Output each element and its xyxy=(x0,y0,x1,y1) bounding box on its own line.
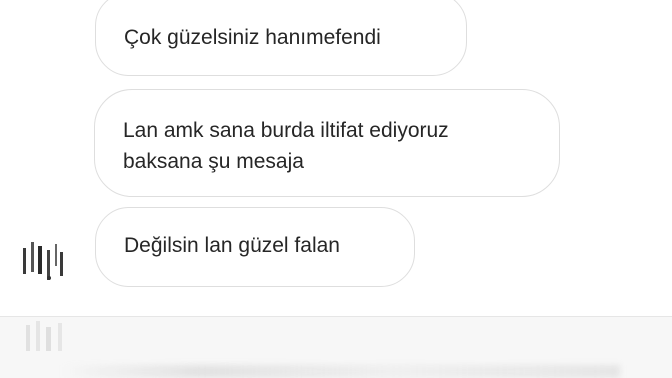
message-bubble[interactable]: Lan amk sana burda iltifat ediyoruz baks… xyxy=(94,89,560,197)
message-composer[interactable] xyxy=(0,317,672,378)
avatar-glyph xyxy=(23,242,63,280)
message-text: Lan amk sana burda iltifat ediyoruz xyxy=(123,119,449,142)
message-bubble[interactable]: Değilsin lan güzel falan xyxy=(95,207,415,287)
blurred-avatar-icon xyxy=(26,321,62,351)
message-bubble[interactable]: Çok güzelsiniz hanımefendi xyxy=(95,0,467,76)
avatar-icon[interactable] xyxy=(18,238,70,286)
message-thread: Çok güzelsiniz hanımefendi Lan amk sana … xyxy=(0,0,672,316)
message-text: Değilsin lan güzel falan xyxy=(124,234,340,257)
message-input[interactable] xyxy=(60,365,620,378)
message-text: baksana şu mesaja xyxy=(123,150,304,173)
message-text: Çok güzelsiniz hanımefendi xyxy=(124,26,381,49)
